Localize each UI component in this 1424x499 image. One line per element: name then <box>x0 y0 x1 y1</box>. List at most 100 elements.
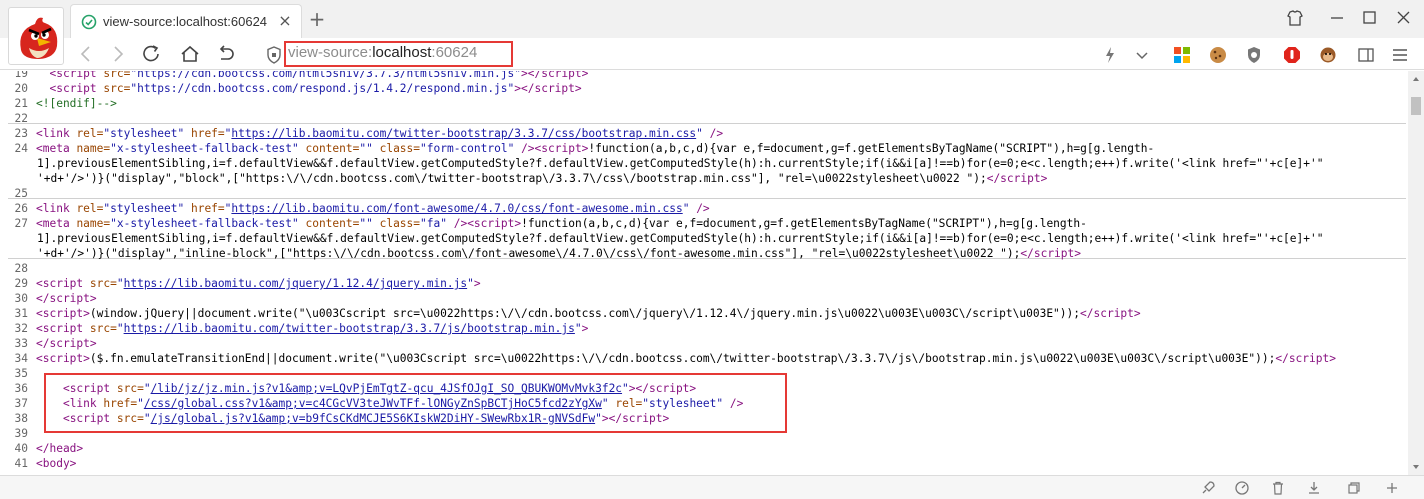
source-line: 29 <script src="https://lib.baomitu.com/j… <box>0 276 481 291</box>
url-host: localhost <box>372 44 432 61</box>
line-number: 24 <box>14 142 28 155</box>
shirt-skin-icon[interactable] <box>1282 6 1308 30</box>
source-code: </script> <box>36 292 97 305</box>
source-code: </script> <box>36 337 97 350</box>
tab-active[interactable]: view-source:localhost:60624 × <box>70 4 302 38</box>
highlight-box <box>44 373 787 433</box>
scroll-down-icon[interactable] <box>1412 463 1420 471</box>
line-number: 28 <box>14 262 28 275</box>
source-line: 20 <script src="https://cdn.bootcss.com/… <box>0 81 582 96</box>
line-number: 21 <box>14 97 28 110</box>
line-number: 34 <box>14 352 28 365</box>
home-icon[interactable] <box>178 43 202 65</box>
source-line: 19 <script src="https://cdn.bootcss.com/… <box>0 71 589 81</box>
source-line: 21 <![endif]--> <box>0 96 117 111</box>
source-code: 1].previousElementSibling,i=f.defaultVie… <box>37 232 1324 245</box>
minimize-icon[interactable] <box>1324 6 1350 30</box>
source-code: <script>(window.jQuery||document.write("… <box>36 307 1141 320</box>
source-line: 40 </head> <box>0 441 84 456</box>
line-number: 32 <box>14 322 28 335</box>
source-line: 39 <box>0 426 36 441</box>
source-line-wrap: 1].previousElementSibling,i=f.defaultVie… <box>1 231 1323 246</box>
apps-grid-icon[interactable] <box>1172 45 1192 65</box>
source-code: <script src="https://lib.baomitu.com/twi… <box>36 322 589 335</box>
line-number: 38 <box>14 412 28 425</box>
tab-strip: view-source:localhost:60624 × + <box>0 0 1424 38</box>
shield-extension-icon[interactable] <box>1244 45 1264 65</box>
source-code: <script>($.fn.emulateTransitionEnd||docu… <box>36 352 1336 365</box>
tab-title: view-source:localhost:60624 <box>103 14 268 29</box>
chevron-down-icon[interactable] <box>1132 45 1152 65</box>
source-line-wrap: '+d+'/>')}("display","block",["https:\/\… <box>1 171 1047 186</box>
source-code: <script src="https://cdn.bootcss.com/res… <box>49 82 582 95</box>
source-line-wrap: '+d+'/>')}("display","inline-block",["ht… <box>1 246 1081 261</box>
source-line: 24 <meta name="x-stylesheet-fallback-test… <box>0 141 1155 156</box>
back-icon[interactable] <box>74 43 98 65</box>
line-number: 31 <box>14 307 28 320</box>
lightning-icon[interactable] <box>1100 45 1120 65</box>
sidebar-icon[interactable] <box>1356 45 1376 65</box>
source-line: 27 <meta name="x-stylesheet-fallback-test… <box>0 216 1087 231</box>
source-line: 33 </script> <box>0 336 97 351</box>
page-load-icon <box>81 14 97 30</box>
maximize-icon[interactable] <box>1356 6 1382 30</box>
source-code: <body> <box>36 457 77 470</box>
url-scheme: view-source: <box>288 44 373 61</box>
source-line: 34 <script>($.fn.emulateTransitionEnd||do… <box>0 351 1336 366</box>
source-line: 23 <link rel="stylesheet" href="https://l… <box>0 126 724 141</box>
source-line: 31 <script>(window.jQuery||document.write… <box>0 306 1141 321</box>
download-icon[interactable] <box>1306 480 1322 496</box>
source-code: <script src="https://lib.baomitu.com/jqu… <box>36 277 481 290</box>
line-number: 27 <box>14 217 28 230</box>
line-number: 36 <box>14 382 28 395</box>
line-number: 25 <box>14 187 28 200</box>
vertical-scrollbar[interactable] <box>1408 71 1424 475</box>
source-code: <link rel="stylesheet" href="https://lib… <box>36 202 710 215</box>
source-code: <![endif]--> <box>36 97 117 110</box>
line-number: 33 <box>14 337 28 350</box>
undo-close-icon[interactable] <box>214 43 238 65</box>
trash-icon[interactable] <box>1270 480 1286 496</box>
source-code: <meta name="x-stylesheet-fallback-test" … <box>36 142 1155 155</box>
monkey-script-icon[interactable] <box>1318 45 1338 65</box>
forward-icon[interactable] <box>106 43 130 65</box>
window-restore-icon[interactable] <box>1346 480 1362 496</box>
line-number: 22 <box>14 112 28 125</box>
source-line: 22 <box>0 111 36 126</box>
source-line-wrap: 1].previousElementSibling,i=f.defaultVie… <box>1 156 1323 171</box>
line-number: 30 <box>14 292 28 305</box>
speed-icon[interactable] <box>1234 480 1250 496</box>
source-line: 41 <body> <box>0 456 77 471</box>
close-window-icon[interactable] <box>1390 6 1416 30</box>
new-tab-button[interactable]: + <box>306 8 328 30</box>
source-code: 1].previousElementSibling,i=f.defaultVie… <box>37 157 1324 170</box>
rocket-icon[interactable] <box>1200 480 1216 496</box>
angry-bird-icon <box>20 17 58 60</box>
shield-icon[interactable] <box>262 44 286 66</box>
scroll-thumb[interactable] <box>1411 97 1421 115</box>
address-input[interactable]: view-source:localhost:60624 <box>288 44 477 61</box>
source-line: 28 <box>0 261 36 276</box>
line-number: 41 <box>14 457 28 470</box>
cookie-icon[interactable] <box>1208 45 1228 65</box>
source-code: <link rel="stylesheet" href="https://lib… <box>36 127 724 140</box>
source-line: 26 <link rel="stylesheet" href="https://l… <box>0 201 710 216</box>
status-bar <box>0 475 1424 499</box>
line-number: 19 <box>14 71 28 80</box>
menu-icon[interactable] <box>1390 45 1410 65</box>
zoom-icon[interactable] <box>1384 480 1400 496</box>
source-code: </head> <box>36 442 84 455</box>
url-port: :60624 <box>431 44 478 61</box>
source-line: 30 </script> <box>0 291 97 306</box>
line-number: 39 <box>14 427 28 440</box>
source-line: 25 <box>0 186 36 201</box>
line-number: 29 <box>14 277 28 290</box>
scroll-up-icon[interactable] <box>1412 75 1420 83</box>
adblock-icon[interactable] <box>1282 45 1302 65</box>
source-line: 32 <script src="https://lib.baomitu.com/t… <box>0 321 589 336</box>
browser-logo[interactable] <box>8 7 64 65</box>
line-number: 40 <box>14 442 28 455</box>
source-code: <meta name="x-stylesheet-fallback-test" … <box>36 217 1087 230</box>
tab-close-button[interactable]: × <box>277 13 293 29</box>
reload-icon[interactable] <box>140 43 164 65</box>
